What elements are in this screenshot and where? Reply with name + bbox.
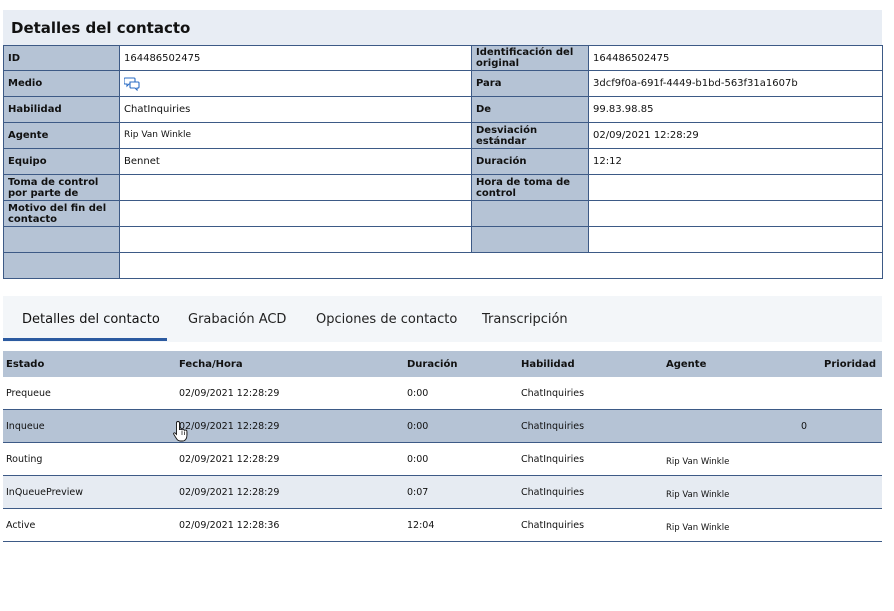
column-header-state[interactable]: Estado	[3, 351, 176, 377]
detail-value	[119, 226, 472, 253]
cell-priority	[798, 377, 882, 410]
cell-state: Prequeue	[3, 377, 176, 410]
detail-value: ChatInquiries	[119, 96, 472, 123]
detail-row: Equipo Bennet Duración 12:12	[3, 148, 883, 175]
table-row[interactable]: Prequeue 02/09/2021 12:28:29 0:00 ChatIn…	[3, 377, 882, 410]
cell-duration: 0:00	[404, 409, 518, 443]
column-header-skill[interactable]: Habilidad	[518, 351, 663, 377]
table-row[interactable]: InQueuePreview 02/09/2021 12:28:29 0:07 …	[3, 475, 882, 509]
detail-row: Motivo del fin del contacto	[3, 200, 883, 227]
active-tab-indicator	[3, 338, 167, 341]
detail-value: Bennet	[119, 148, 472, 175]
table-header-row: Estado Fecha/Hora Duración Habilidad Age…	[3, 351, 882, 377]
detail-label	[3, 252, 120, 279]
cell-datetime: 02/09/2021 12:28:36	[176, 508, 404, 542]
cell-agent: Rip Van Winkle	[663, 508, 798, 542]
detail-row	[3, 226, 883, 253]
column-header-datetime[interactable]: Fecha/Hora	[176, 351, 404, 377]
detail-value: 164486502475	[119, 45, 472, 71]
detail-label: Toma de control por parte de	[3, 174, 120, 201]
cell-priority: 0	[798, 409, 882, 443]
cell-datetime: 02/09/2021 12:28:29	[176, 409, 404, 443]
cell-skill: ChatInquiries	[518, 508, 663, 542]
cell-state: Active	[3, 508, 176, 542]
detail-label: Desviación estándar	[471, 122, 589, 149]
detail-row: Habilidad ChatInquiries De 99.83.98.85	[3, 96, 883, 123]
detail-label	[471, 200, 589, 227]
table-row[interactable]: Inqueue 02/09/2021 12:28:29 0:00 ChatInq…	[3, 409, 882, 443]
tab-contact-options[interactable]: Opciones de contacto	[316, 312, 457, 327]
column-header-agent[interactable]: Agente	[663, 351, 798, 377]
detail-label: Equipo	[3, 148, 120, 175]
contact-details-table: ID 164486502475 Identificación del origi…	[3, 45, 883, 279]
cell-duration: 0:07	[404, 475, 518, 509]
page-title: Detalles del contacto	[11, 19, 191, 37]
detail-label: Medio	[3, 70, 120, 97]
detail-label: Identificación del original	[471, 45, 589, 71]
detail-label: Habilidad	[3, 96, 120, 123]
detail-row: Toma de control por parte de Hora de tom…	[3, 174, 883, 201]
detail-label	[471, 226, 589, 253]
cell-agent: Rip Van Winkle	[663, 475, 798, 509]
detail-value: 99.83.98.85	[588, 96, 883, 123]
detail-value	[119, 200, 472, 227]
column-header-duration[interactable]: Duración	[404, 351, 518, 377]
cell-datetime: 02/09/2021 12:28:29	[176, 475, 404, 509]
tab-bar: Detalles del contacto Grabación ACD Opci…	[3, 296, 882, 342]
detail-value	[119, 252, 883, 279]
detail-value: 12:12	[588, 148, 883, 175]
detail-value: Rip Van Winkle	[119, 122, 472, 149]
tab-transcription[interactable]: Transcripción	[482, 312, 568, 327]
cell-agent	[663, 409, 798, 443]
contact-details-header: Detalles del contacto	[3, 10, 882, 46]
detail-value: 02/09/2021 12:28:29	[588, 122, 883, 149]
cell-skill: ChatInquiries	[518, 442, 663, 476]
detail-row: ID 164486502475 Identificación del origi…	[3, 45, 883, 71]
cell-duration: 12:04	[404, 508, 518, 542]
table-row[interactable]: Routing 02/09/2021 12:28:29 0:00 ChatInq…	[3, 442, 882, 476]
detail-value	[588, 200, 883, 227]
detail-label: Hora de toma de control	[471, 174, 589, 201]
detail-value	[588, 226, 883, 253]
cell-datetime: 02/09/2021 12:28:29	[176, 377, 404, 410]
chat-bubbles-icon	[124, 76, 140, 91]
cell-priority	[798, 442, 882, 476]
tab-contact-details[interactable]: Detalles del contacto	[22, 312, 160, 327]
detail-label: Para	[471, 70, 589, 97]
cell-duration: 0:00	[404, 442, 518, 476]
detail-label	[3, 226, 120, 253]
detail-value: 164486502475	[588, 45, 883, 71]
detail-row	[3, 252, 883, 279]
contact-history-table: Estado Fecha/Hora Duración Habilidad Age…	[3, 351, 882, 542]
detail-value	[119, 70, 472, 97]
detail-label: Duración	[471, 148, 589, 175]
cell-priority	[798, 508, 882, 542]
detail-label: Motivo del fin del contacto	[3, 200, 120, 227]
cell-agent	[663, 377, 798, 410]
cell-state: Routing	[3, 442, 176, 476]
detail-row: Agente Rip Van Winkle Desviación estánda…	[3, 122, 883, 149]
detail-label: ID	[3, 45, 120, 71]
cell-skill: ChatInquiries	[518, 409, 663, 443]
cell-skill: ChatInquiries	[518, 475, 663, 509]
cell-state: Inqueue	[3, 409, 176, 443]
detail-row: Medio Para 3dcf9f0a-691f-4449-b1bd-563f3…	[3, 70, 883, 97]
cell-datetime: 02/09/2021 12:28:29	[176, 442, 404, 476]
cell-duration: 0:00	[404, 377, 518, 410]
cell-agent: Rip Van Winkle	[663, 442, 798, 476]
table-row[interactable]: Active 02/09/2021 12:28:36 12:04 ChatInq…	[3, 508, 882, 542]
detail-label: Agente	[3, 122, 120, 149]
detail-value	[119, 174, 472, 201]
tab-acd-recording[interactable]: Grabación ACD	[188, 312, 286, 327]
detail-label: De	[471, 96, 589, 123]
cell-state: InQueuePreview	[3, 475, 176, 509]
detail-value: 3dcf9f0a-691f-4449-b1bd-563f31a1607b	[588, 70, 883, 97]
detail-value	[588, 174, 883, 201]
hand-cursor-icon	[173, 421, 188, 442]
cell-skill: ChatInquiries	[518, 377, 663, 410]
column-header-priority[interactable]: Prioridad	[798, 351, 882, 377]
cell-priority	[798, 475, 882, 509]
